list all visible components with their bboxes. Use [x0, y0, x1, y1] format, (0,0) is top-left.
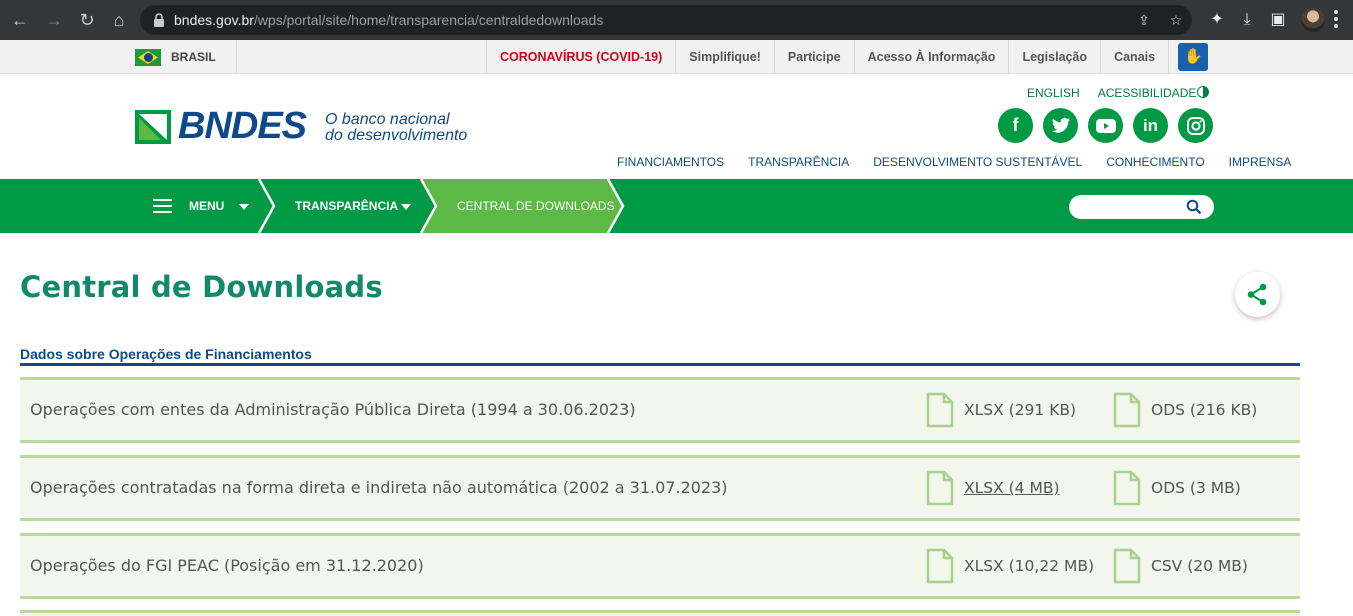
reload-icon[interactable]: ↻ [75, 8, 99, 32]
gov-brasil-link[interactable]: BRASIL [134, 40, 237, 74]
utility-links: ENGLISH ACESSIBILIDADE [1027, 86, 1196, 100]
download-link-xlsx[interactable]: XLSX (4 MB) [926, 470, 1096, 508]
main-link-imprensa[interactable]: IMPRENSA [1229, 155, 1292, 169]
download-link-ods[interactable]: ODS (216 KB) [1113, 392, 1283, 430]
twitter-icon[interactable] [1043, 108, 1078, 143]
main-link-transparencia[interactable]: TRANSPARÊNCIA [748, 155, 849, 169]
file-icon [926, 470, 954, 506]
bookmark-star-icon[interactable]: ☆ [1168, 12, 1184, 28]
forward-icon[interactable]: → [42, 8, 66, 32]
section-title: Dados sobre Operações de Financiamentos [20, 346, 312, 362]
breadcrumb-separator-icon [606, 179, 625, 233]
search-icon[interactable] [1186, 199, 1202, 215]
profile-avatar[interactable] [1301, 8, 1325, 32]
breadcrumb-transparencia[interactable]: TRANSPARÊNCIA [295, 179, 398, 233]
share-icon [1247, 283, 1267, 306]
transparencia-caret-icon[interactable] [401, 204, 411, 210]
youtube-icon[interactable] [1088, 108, 1123, 143]
file-icon [1113, 392, 1141, 428]
gov-bar: BRASIL CORONAVÍRUS (COVID-19) Simplifiqu… [0, 40, 1353, 74]
file-icon [1113, 470, 1141, 506]
browser-toolbar: ← → ↻ ⌂ bndes.gov.br/wps/portal/site/hom… [0, 0, 1353, 40]
breadcrumb-central-downloads[interactable]: CENTRAL DE DOWNLOADS [457, 179, 615, 233]
download-label[interactable]: ODS (216 KB) [1151, 392, 1257, 428]
download-link-csv[interactable]: CSV (20 MB) [1113, 548, 1283, 586]
hamburger-menu-icon[interactable] [153, 199, 172, 213]
breadcrumb-separator-icon [419, 179, 438, 233]
gov-link-acesso-informacao[interactable]: Acesso À Informação [853, 40, 1009, 74]
list-item: Operações do FGI PEAC (Posição em 31.12.… [20, 533, 1300, 599]
download-link-xlsx[interactable]: XLSX (10,22 MB) [926, 548, 1096, 586]
social-links: f in [998, 108, 1213, 143]
main-link-desenvolvimento-sustentavel[interactable]: DESENVOLVIMENTO SUSTENTÁVEL [873, 155, 1082, 169]
row-label: Operações contratadas na forma direta e … [30, 478, 728, 497]
extensions-icon[interactable]: ✦ [1206, 9, 1228, 31]
tagline-line-1: O banco nacional [325, 111, 450, 128]
browser-menu-icon[interactable] [1334, 10, 1338, 30]
lock-icon[interactable] [152, 12, 166, 28]
share-button[interactable] [1235, 272, 1280, 317]
list-item [20, 610, 1300, 616]
download-label[interactable]: ODS (3 MB) [1151, 470, 1241, 506]
download-icon[interactable]: ⤓ [1236, 9, 1258, 31]
gov-links: CORONAVÍRUS (COVID-19) Simplifique! Part… [486, 40, 1170, 74]
side-panel-icon[interactable]: ▣ [1267, 9, 1289, 31]
brazil-flag-icon [135, 49, 161, 66]
main-links: FINANCIAMENTOS TRANSPARÊNCIA DESENVOLVIM… [617, 155, 1291, 169]
menu-button[interactable]: MENU [189, 179, 224, 233]
gov-brasil-label: BRASIL [171, 50, 216, 64]
main-link-financiamentos[interactable]: FINANCIAMENTOS [617, 155, 724, 169]
tagline: O banco nacional do desenvolvimento [325, 112, 467, 144]
back-icon[interactable]: ← [8, 8, 32, 32]
facebook-icon[interactable]: f [998, 108, 1033, 143]
file-icon [926, 548, 954, 584]
bndes-logo-mark[interactable] [135, 110, 171, 144]
download-label[interactable]: XLSX (4 MB) [964, 470, 1060, 506]
download-link-ods[interactable]: ODS (3 MB) [1113, 470, 1283, 508]
file-icon [926, 392, 954, 428]
gov-link-legislacao[interactable]: Legislação [1008, 40, 1100, 74]
file-icon [1113, 548, 1141, 584]
url-path: /wps/portal/site/home/transparencia/cent… [253, 12, 604, 28]
menu-caret-icon[interactable] [239, 204, 249, 210]
site-header: BNDES O banco nacional do desenvolviment… [0, 74, 1353, 179]
main-link-conhecimento[interactable]: CONHECIMENTO [1106, 155, 1204, 169]
address-bar[interactable]: bndes.gov.br/wps/portal/site/home/transp… [140, 5, 1192, 35]
gov-link-covid[interactable]: CORONAVÍRUS (COVID-19) [486, 40, 675, 74]
list-item: Operações com entes da Administração Púb… [20, 377, 1300, 443]
libras-accessibility-icon[interactable] [1178, 43, 1208, 71]
accessibility-link[interactable]: ACESSIBILIDADE [1098, 86, 1197, 100]
english-link[interactable]: ENGLISH [1027, 86, 1080, 100]
gov-link-simplifique[interactable]: Simplifique! [675, 40, 774, 74]
gov-link-canais[interactable]: Canais [1100, 40, 1170, 74]
home-icon[interactable]: ⌂ [107, 8, 131, 32]
list-item: Operações contratadas na forma direta e … [20, 455, 1300, 521]
row-label: Operações do FGI PEAC (Posição em 31.12.… [30, 556, 424, 575]
page-title: Central de Downloads [20, 270, 383, 304]
download-label[interactable]: XLSX (291 KB) [964, 392, 1076, 428]
download-link-xlsx[interactable]: XLSX (291 KB) [926, 392, 1096, 430]
linkedin-icon[interactable]: in [1133, 108, 1168, 143]
instagram-icon[interactable] [1178, 108, 1213, 143]
url-text[interactable]: bndes.gov.br/wps/portal/site/home/transp… [174, 5, 603, 35]
download-label[interactable]: XLSX (10,22 MB) [964, 548, 1094, 584]
search-input[interactable] [1069, 195, 1214, 219]
section-divider [20, 363, 1300, 366]
url-host: bndes.gov.br [174, 12, 254, 28]
bndes-logo[interactable]: BNDES [178, 104, 307, 148]
row-label: Operações com entes da Administração Púb… [30, 400, 636, 419]
contrast-toggle-icon[interactable] [1197, 86, 1209, 98]
breadcrumb-separator-icon [257, 179, 276, 233]
tagline-line-2: do desenvolvimento [325, 127, 468, 144]
share-page-icon[interactable]: ⇪ [1136, 12, 1152, 28]
gov-link-participe[interactable]: Participe [773, 40, 854, 74]
download-label[interactable]: CSV (20 MB) [1151, 548, 1248, 584]
